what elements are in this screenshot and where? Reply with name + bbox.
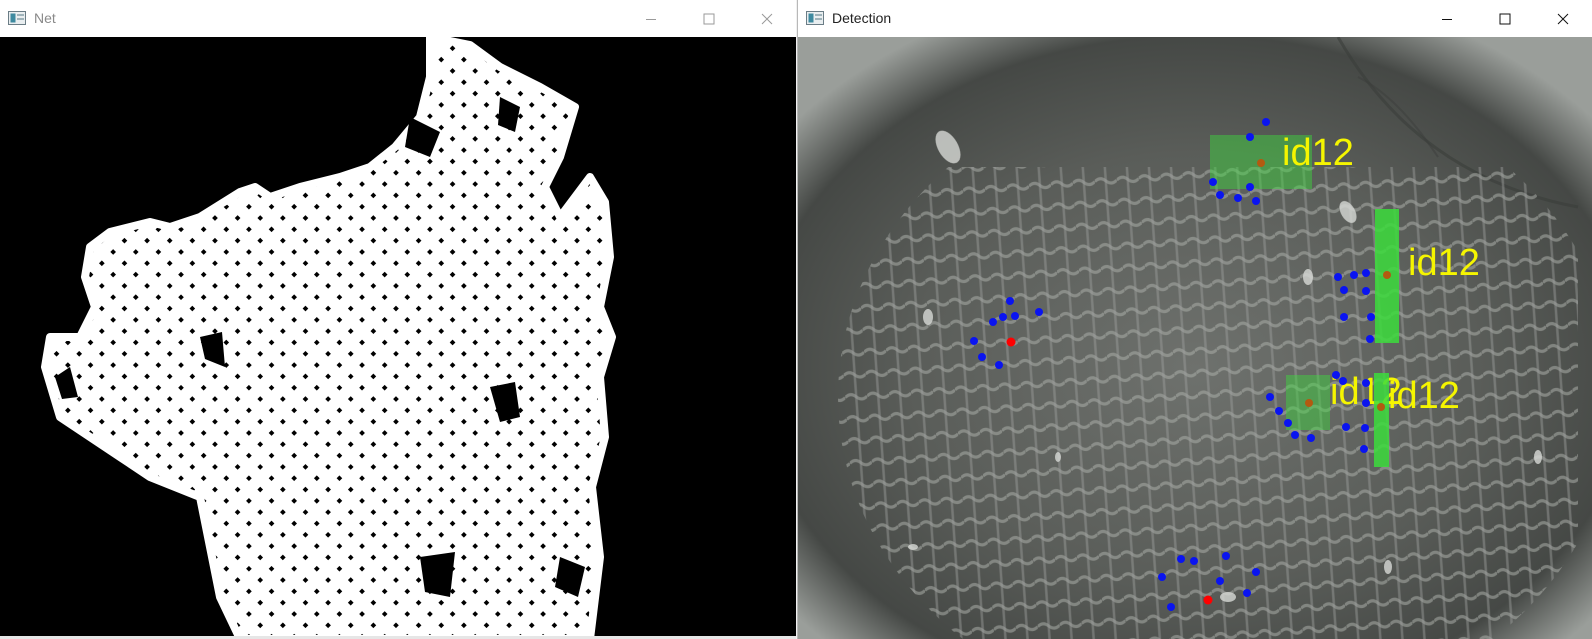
app-icon — [806, 11, 824, 25]
detection-frame: id12 id12 id12 id12 — [798, 37, 1592, 639]
close-icon — [1557, 13, 1569, 24]
detection-label: id12 — [1282, 132, 1354, 174]
app-icon — [8, 11, 26, 25]
window-controls — [1418, 0, 1592, 37]
maximize-button[interactable] — [680, 0, 738, 37]
net-window[interactable]: Net — [0, 0, 796, 639]
maximize-button[interactable] — [1476, 0, 1534, 37]
minimize-icon — [646, 18, 656, 20]
minimize-icon — [1442, 18, 1452, 20]
minimize-button[interactable] — [1418, 0, 1476, 37]
net-titlebar[interactable]: Net — [0, 0, 796, 37]
detection-titlebar[interactable]: Detection — [798, 0, 1592, 37]
window-title: Detection — [832, 10, 892, 26]
minimize-button[interactable] — [622, 0, 680, 37]
close-button[interactable] — [1534, 0, 1592, 37]
window-controls — [622, 0, 796, 37]
detection-window[interactable]: Detection id12 id12 id12 id12 — [797, 0, 1592, 639]
detection-label: id12 — [1408, 242, 1480, 284]
maximize-icon — [1499, 13, 1511, 24]
net-mask-image — [0, 37, 796, 639]
close-button[interactable] — [738, 0, 796, 37]
close-icon — [761, 13, 773, 24]
detection-label: id12 — [1388, 375, 1460, 417]
maximize-icon — [703, 13, 715, 24]
window-title: Net — [34, 10, 56, 26]
